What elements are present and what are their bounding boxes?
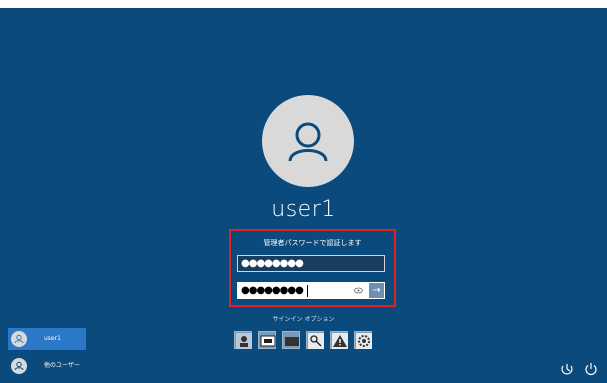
pin-icon[interactable] [258,331,276,349]
person-icon [288,122,328,162]
gear-icon[interactable] [354,331,372,349]
face-icon[interactable] [234,331,252,349]
top-frame [0,0,607,8]
submit-arrow-button[interactable]: → [368,282,385,299]
card-icon[interactable] [282,331,300,349]
user-avatar-small [11,358,27,374]
person-icon [14,334,24,344]
password-value: ●●●●●●●● [241,285,304,296]
user-list-label: user1 [44,335,61,342]
user-list-label: 他のユーザー [44,362,80,369]
admin-username-field[interactable]: ●●●●●●●● [237,255,385,272]
accessibility-icon[interactable] [560,362,574,376]
person-icon [14,361,24,371]
text-caret [307,285,308,297]
eye-icon[interactable] [354,287,363,294]
lock-screen: user1 管理者パスワードで認証します ●●●●●●●● ●●●●●●●● →… [0,0,607,383]
user-list-item-other[interactable]: 他のユーザー [8,355,86,377]
key-icon[interactable] [306,331,324,349]
signin-options-label[interactable]: サインイン オプション [0,314,607,323]
warning-icon[interactable] [330,331,348,349]
power-icon[interactable] [584,362,598,376]
username-title: user1 [271,197,336,222]
auth-prompt: 管理者パスワードで認証します [263,239,362,247]
password-field[interactable]: ●●●●●●●● [237,282,368,299]
user-list-item-user1[interactable]: user1 [8,328,86,350]
user-avatar-large [262,95,354,187]
user-avatar-small [11,331,27,347]
